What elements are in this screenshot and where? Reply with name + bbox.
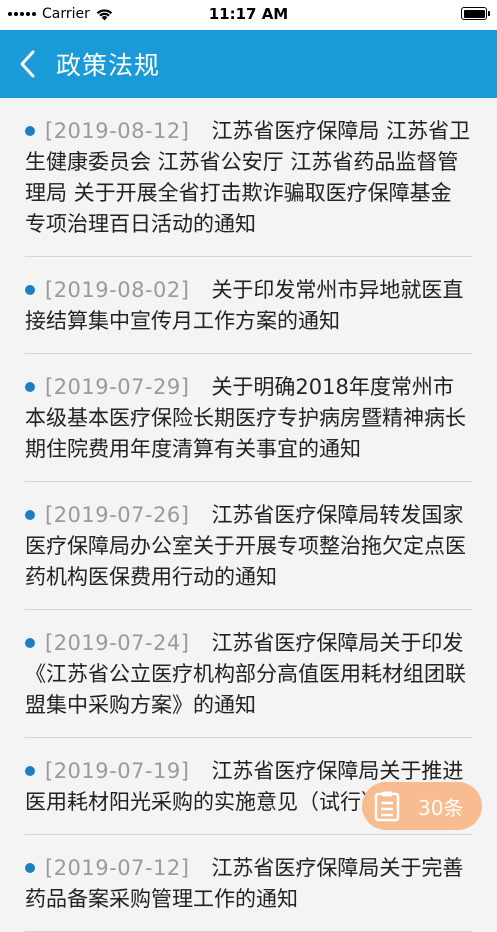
list-item[interactable]: [2019-07-12] 江苏省医疗保障局关于完善药品备案采购管理工作的通知 <box>25 835 472 932</box>
bullet-icon <box>25 126 35 136</box>
item-date: [2019-07-26] <box>45 503 190 527</box>
battery-icon <box>461 7 490 20</box>
page-title: 政策法规 <box>56 51 161 80</box>
bullet-icon <box>25 638 35 648</box>
item-date: [2019-07-19] <box>45 759 190 783</box>
status-bar: Carrier 11:17 AM <box>0 0 497 30</box>
bullet-icon <box>25 285 35 295</box>
item-date: [2019-08-12] <box>45 119 190 143</box>
back-button[interactable] <box>0 30 54 98</box>
item-date: [2019-07-29] <box>45 375 190 399</box>
item-date: [2019-07-12] <box>45 856 190 880</box>
item-date: [2019-07-24] <box>45 631 190 655</box>
count-label: 30条 <box>418 795 464 820</box>
bullet-icon <box>25 382 35 392</box>
bullet-icon <box>25 766 35 776</box>
list-item[interactable]: [2019-08-02] 关于印发常州市异地就医直接结算集中宣传月工作方案的通知 <box>25 257 472 354</box>
list-item[interactable]: [2019-07-24] 江苏省医疗保障局关于印发《江苏省公立医疗机构部分高值医用… <box>25 610 472 738</box>
item-date: [2019-08-02] <box>45 278 190 302</box>
clipboard-list-icon <box>374 791 400 822</box>
list-item[interactable]: [2019-07-29] 关于明确2018年度常州市本级基本医疗保险长期医疗专护病… <box>25 354 472 482</box>
bullet-icon <box>25 863 35 873</box>
list-item[interactable]: [2019-07-26] 江苏省医疗保障局转发国家医疗保障局办公室关于开展专项整治… <box>25 482 472 610</box>
list-item[interactable]: [2019-08-12] 江苏省医疗保障局 江苏省卫生健康委员会 江苏省公安厅 江… <box>25 98 472 257</box>
bullet-icon <box>25 510 35 520</box>
count-badge[interactable]: 30条 <box>362 782 482 830</box>
nav-bar: 政策法规 <box>0 30 497 98</box>
status-time: 11:17 AM <box>208 5 289 23</box>
chevron-left-icon <box>20 50 35 78</box>
